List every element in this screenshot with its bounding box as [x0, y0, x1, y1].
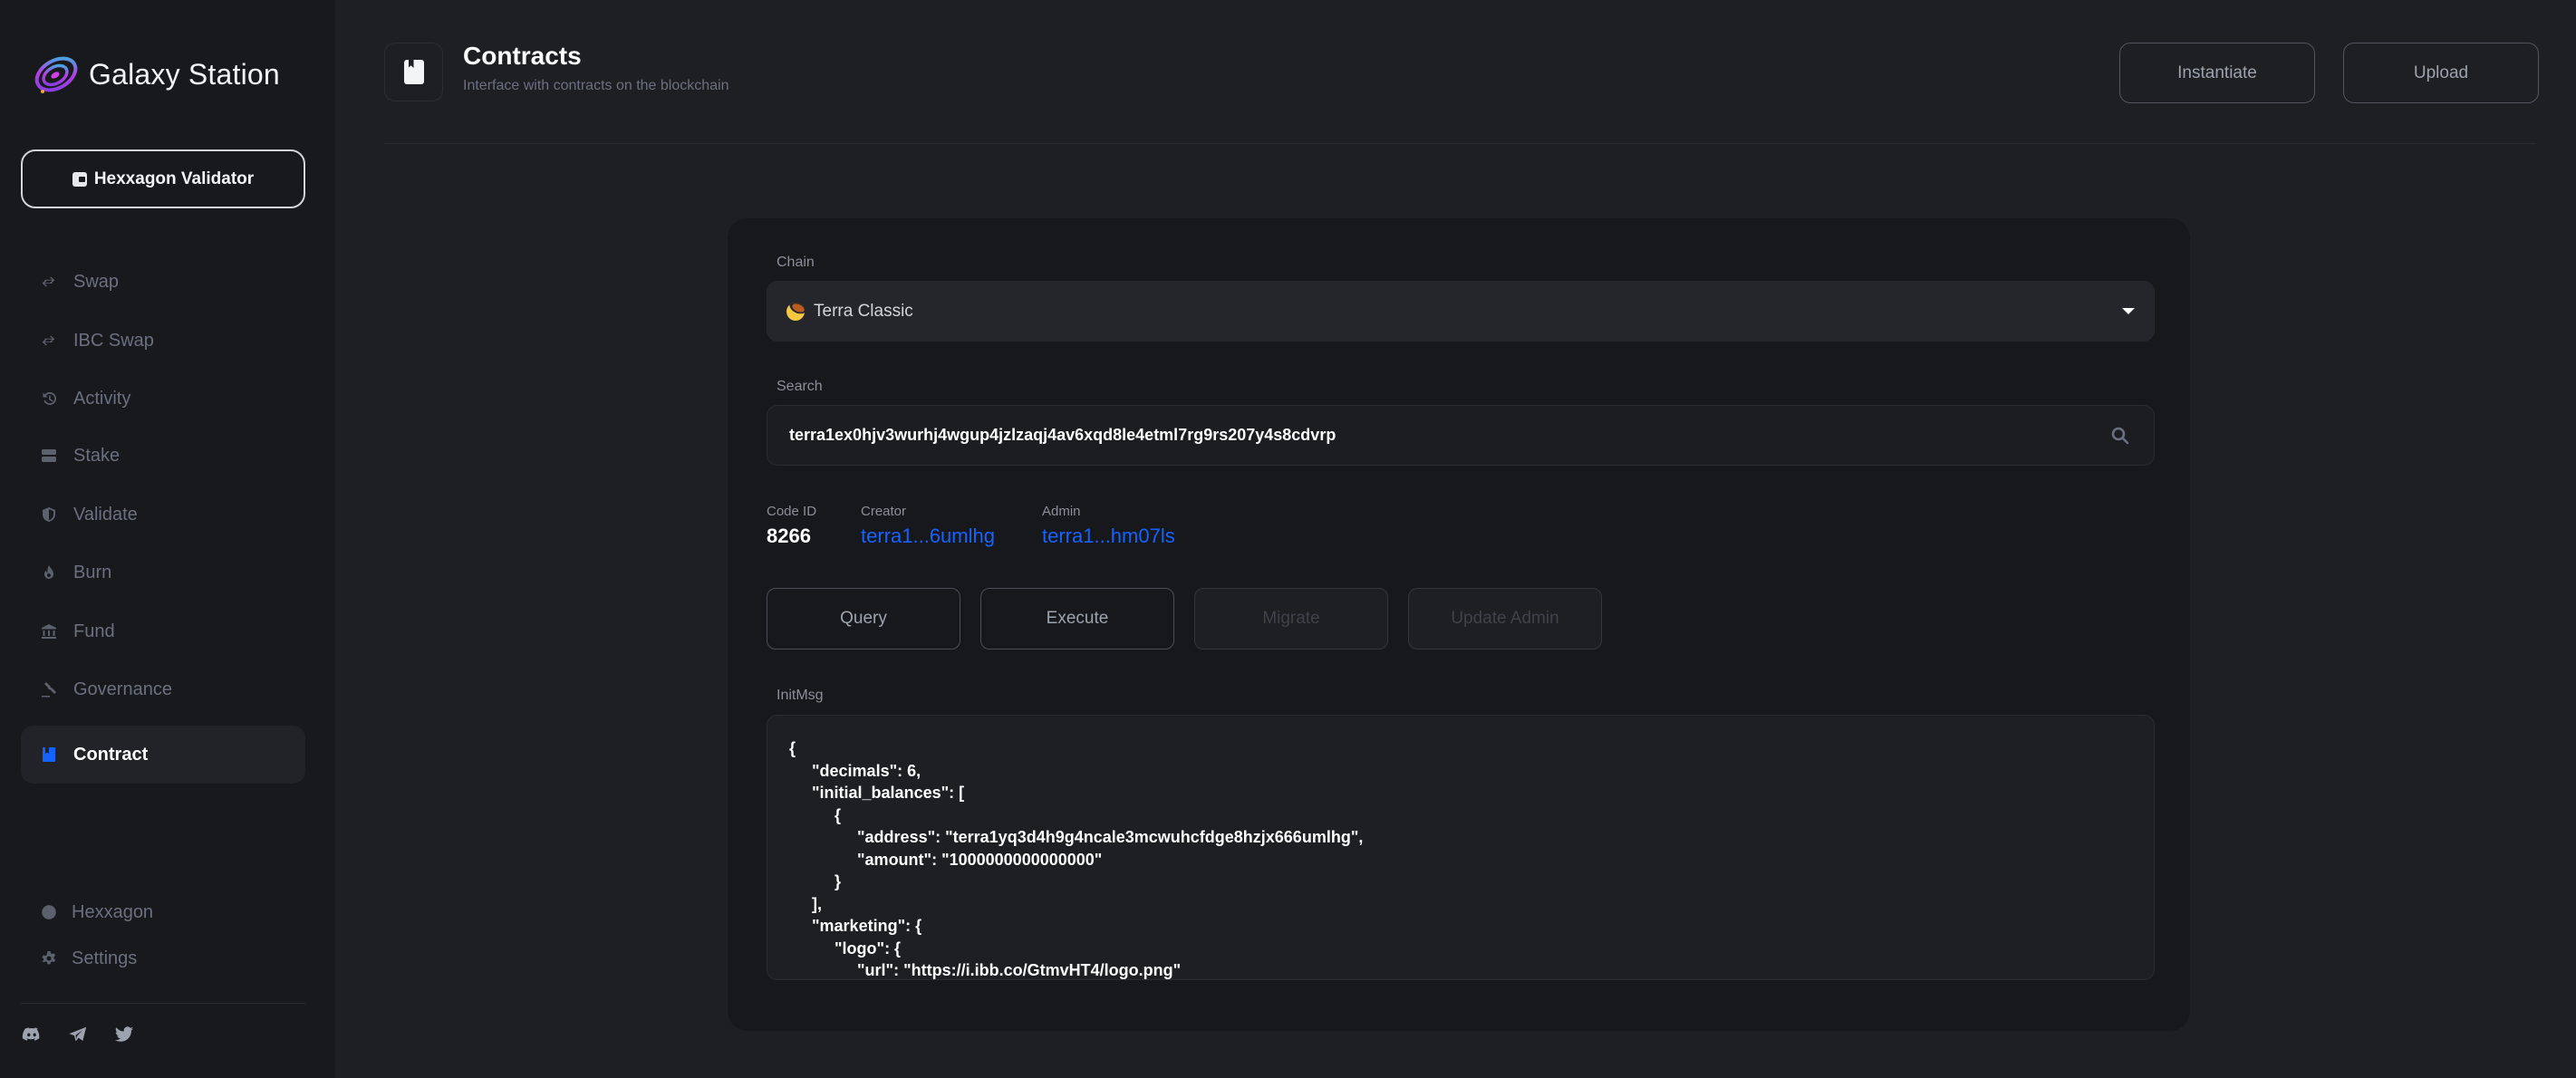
sidebar-item-label: Swap	[73, 271, 120, 292]
wallet-icon	[72, 171, 87, 187]
update-admin-button: Update Admin	[1408, 588, 1602, 650]
sidebar-link-label: Hexxagon	[72, 901, 154, 922]
wallet-button[interactable]: Hexxagon Validator	[21, 149, 305, 208]
sidebar: Galaxy Station Hexxagon Validator Swap I…	[0, 0, 335, 1078]
globe-icon	[41, 904, 57, 920]
init-msg-textarea[interactable]: { "decimals": 6, "initial_balances": [ {…	[767, 715, 2155, 980]
sidebar-item-label: Stake	[73, 445, 121, 466]
sidebar-link-hexxagon[interactable]: Hexxagon	[21, 894, 153, 930]
gear-icon	[41, 950, 57, 967]
book-icon	[41, 746, 57, 763]
bank-icon	[41, 623, 57, 640]
init-msg-content: { "decimals": 6, "initial_balances": [ {…	[789, 739, 1364, 979]
migrate-button: Migrate	[1194, 588, 1388, 650]
galaxy-logo-icon	[34, 56, 78, 93]
sidebar-item-label: Validate	[73, 504, 138, 525]
shield-icon	[41, 506, 57, 523]
discord-icon[interactable]	[22, 1025, 42, 1044]
sidebar-link-settings[interactable]: Settings	[21, 940, 137, 977]
wallet-label: Hexxagon Validator	[93, 168, 255, 188]
execute-button[interactable]: Execute	[980, 588, 1174, 650]
history-icon	[41, 390, 57, 407]
header-divider	[384, 143, 2536, 144]
caret-down-icon	[2122, 308, 2135, 314]
upload-button[interactable]: Upload	[2343, 43, 2539, 103]
creator-address-link[interactable]: terra1...6umlhg	[861, 525, 995, 548]
swap-icon	[41, 274, 57, 290]
code-id-value: 8266	[767, 525, 811, 547]
terra-classic-icon	[786, 302, 805, 321]
chain-label: Chain	[777, 255, 815, 270]
page-subtitle: Interface with contracts on the blockcha…	[463, 78, 729, 93]
fire-icon	[41, 564, 57, 581]
search-label: Search	[777, 379, 823, 394]
search-field[interactable]	[767, 405, 2155, 466]
sidebar-item-burn[interactable]: Burn	[21, 544, 305, 602]
page-icon-box	[384, 43, 443, 101]
contract-card: Chain Terra Classic Search Code ID 8266 …	[728, 218, 2190, 1031]
search-input[interactable]	[789, 426, 2094, 445]
app-name: Galaxy Station	[89, 57, 280, 91]
twitter-icon[interactable]	[114, 1025, 134, 1044]
sidebar-item-label: Activity	[73, 388, 131, 409]
sidebar-item-contract[interactable]: Contract	[21, 726, 305, 784]
gavel-icon	[41, 681, 57, 698]
query-button[interactable]: Query	[767, 588, 960, 650]
sidebar-item-stake[interactable]: Stake	[21, 427, 305, 485]
sidebar-divider	[21, 1003, 305, 1004]
code-id-label: Code ID	[767, 504, 817, 519]
search-icon[interactable]	[2110, 426, 2130, 446]
book-icon	[403, 60, 424, 84]
sidebar-item-validate[interactable]: Validate	[21, 486, 305, 544]
swap-icon	[41, 332, 57, 349]
stake-icon	[41, 448, 57, 464]
creator-label: Creator	[861, 504, 907, 519]
admin-address-link[interactable]: terra1...hm07ls	[1042, 525, 1175, 548]
sidebar-item-activity[interactable]: Activity	[21, 370, 305, 428]
sidebar-item-governance[interactable]: Governance	[21, 660, 305, 718]
telegram-icon[interactable]	[68, 1025, 88, 1044]
sidebar-item-label: Burn	[73, 562, 112, 582]
sidebar-item-label: Governance	[73, 679, 172, 699]
sidebar-item-label: Fund	[73, 621, 115, 641]
sidebar-item-fund[interactable]: Fund	[21, 602, 305, 660]
page-title: Contracts	[463, 42, 582, 70]
sidebar-link-label: Settings	[72, 948, 138, 968]
chain-value: Terra Classic	[814, 301, 913, 321]
sidebar-item-label: IBC Swap	[73, 330, 154, 351]
sidebar-item-label: Contract	[73, 744, 149, 765]
admin-label: Admin	[1042, 504, 1081, 519]
sidebar-item-ibc-swap[interactable]: IBC Swap	[21, 312, 305, 370]
sidebar-item-swap[interactable]: Swap	[21, 253, 305, 311]
app-logo[interactable]: Galaxy Station	[33, 53, 280, 96]
init-msg-label: InitMsg	[777, 688, 824, 703]
chain-select[interactable]: Terra Classic	[767, 281, 2155, 342]
instantiate-button[interactable]: Instantiate	[2119, 43, 2315, 103]
